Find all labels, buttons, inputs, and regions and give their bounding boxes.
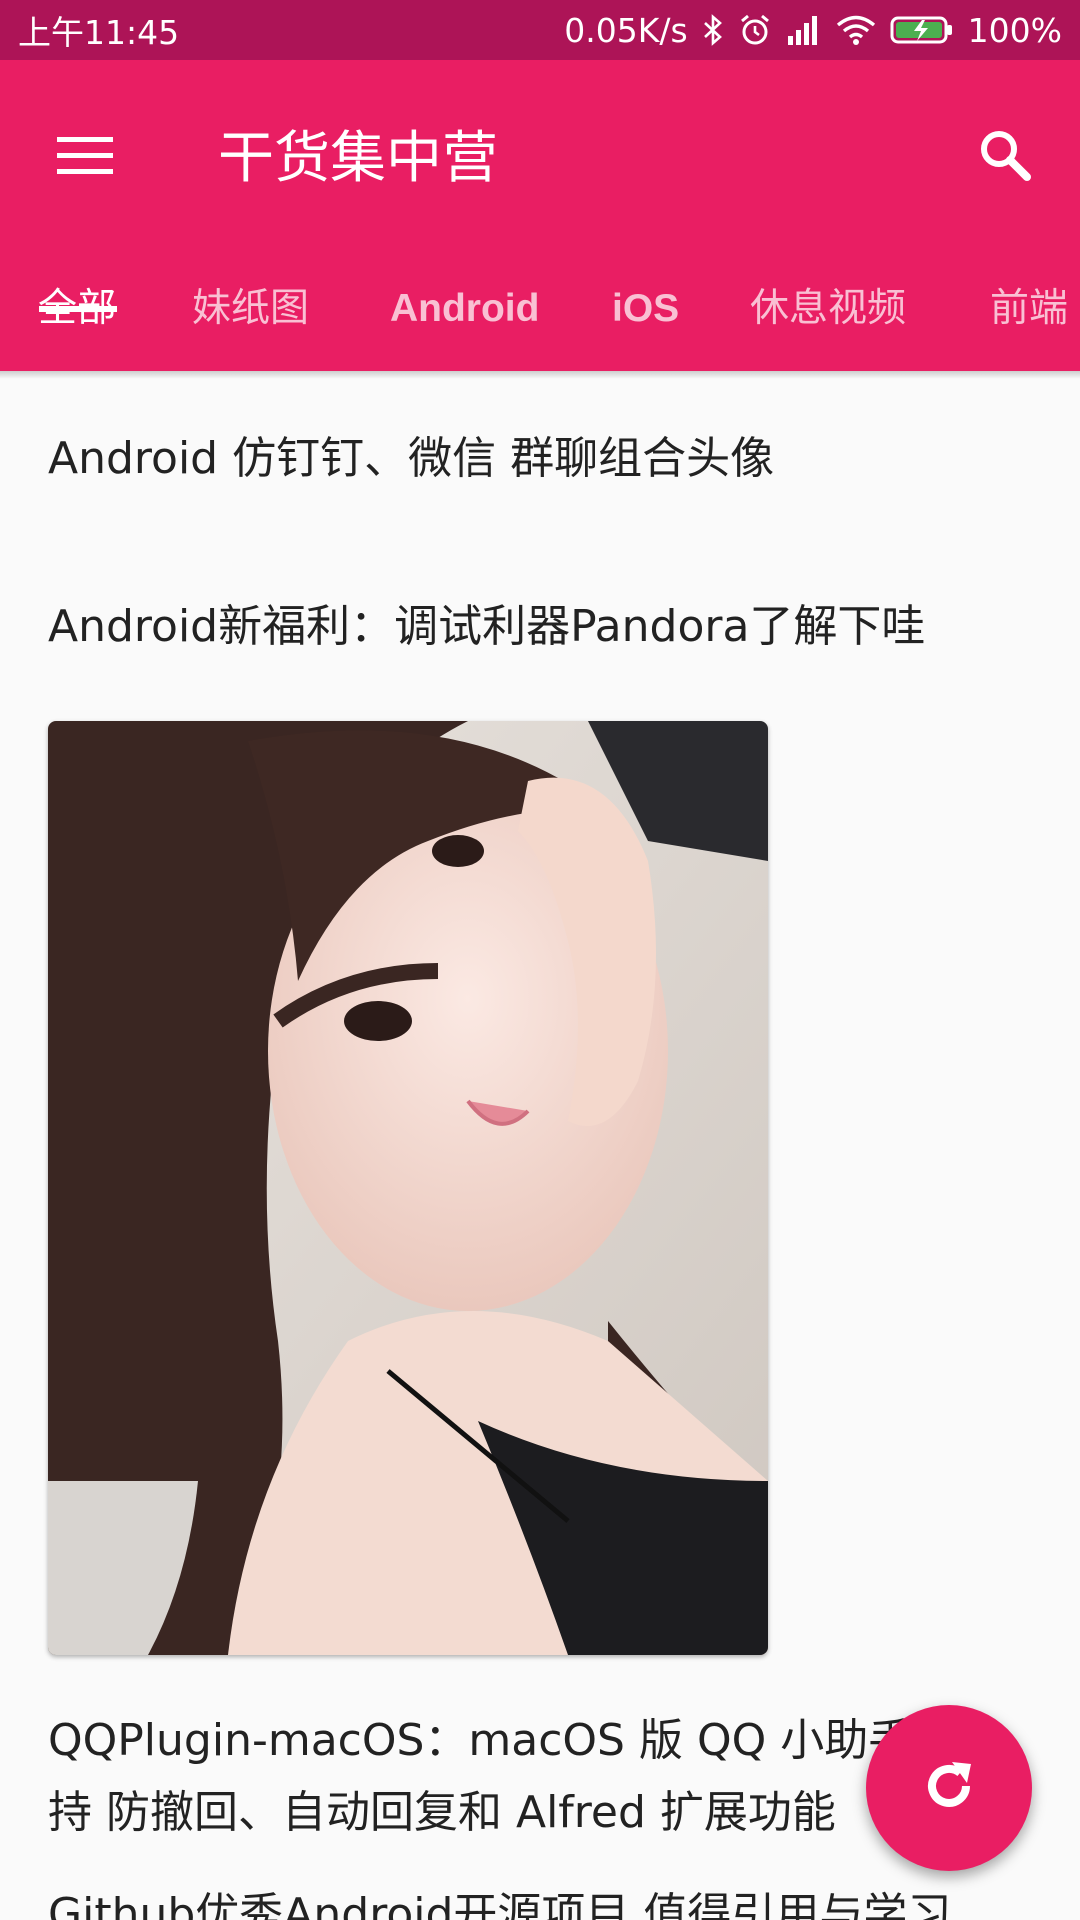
menu-button[interactable] (40, 112, 130, 202)
tab-rest-video[interactable]: 休息视频 (750, 260, 906, 371)
signal-icon (786, 14, 822, 46)
tab-indicator (39, 306, 117, 312)
tab-all[interactable]: 全部 (38, 260, 116, 371)
battery-level: 100% (967, 10, 1062, 50)
bluetooth-icon (702, 14, 724, 46)
tab-ios[interactable]: iOS (612, 260, 679, 371)
feed-item-title[interactable]: Github优秀Android开源项目,值得引用与学习 (48, 1879, 1038, 1920)
search-button[interactable] (960, 112, 1050, 202)
battery-icon (890, 14, 954, 46)
wifi-icon (836, 14, 876, 46)
feed-item-title[interactable]: Android新福利：调试利器Pandora了解下哇 (48, 591, 1038, 663)
girl-photo-image (48, 721, 768, 1655)
tab-meizhi[interactable]: 妹纸图 (192, 260, 309, 371)
status-time: 上午11:45 (18, 13, 180, 52)
page-title: 干货集中营 (218, 126, 498, 191)
tab-frontend[interactable]: 前端 (990, 260, 1068, 371)
net-speed: 0.05K/s (564, 10, 688, 50)
feed-list: Android 仿钉钉、微信 群聊组合头像 Android新福利：调试利器Pan… (0, 371, 1080, 1920)
feed-photo[interactable] (48, 721, 768, 1655)
category-tabs: 全部 妹纸图 Android iOS 休息视频 前端 (0, 260, 1080, 371)
status-bar: 上午11:45 0.05K/s 100% (0, 0, 1080, 60)
menu-icon (57, 135, 113, 179)
search-icon (977, 127, 1033, 187)
refresh-fab[interactable] (866, 1705, 1032, 1871)
tab-android[interactable]: Android (390, 260, 539, 371)
feed-item-title[interactable]: Android 仿钉钉、微信 群聊组合头像 (48, 423, 1038, 495)
app-bar: 干货集中营 全部 妹纸图 Android iOS 休息视频 前端 (0, 60, 1080, 371)
alarm-icon (738, 13, 772, 47)
status-icons: 0.05K/s 100% (564, 11, 1062, 50)
refresh-icon (919, 1756, 979, 1820)
